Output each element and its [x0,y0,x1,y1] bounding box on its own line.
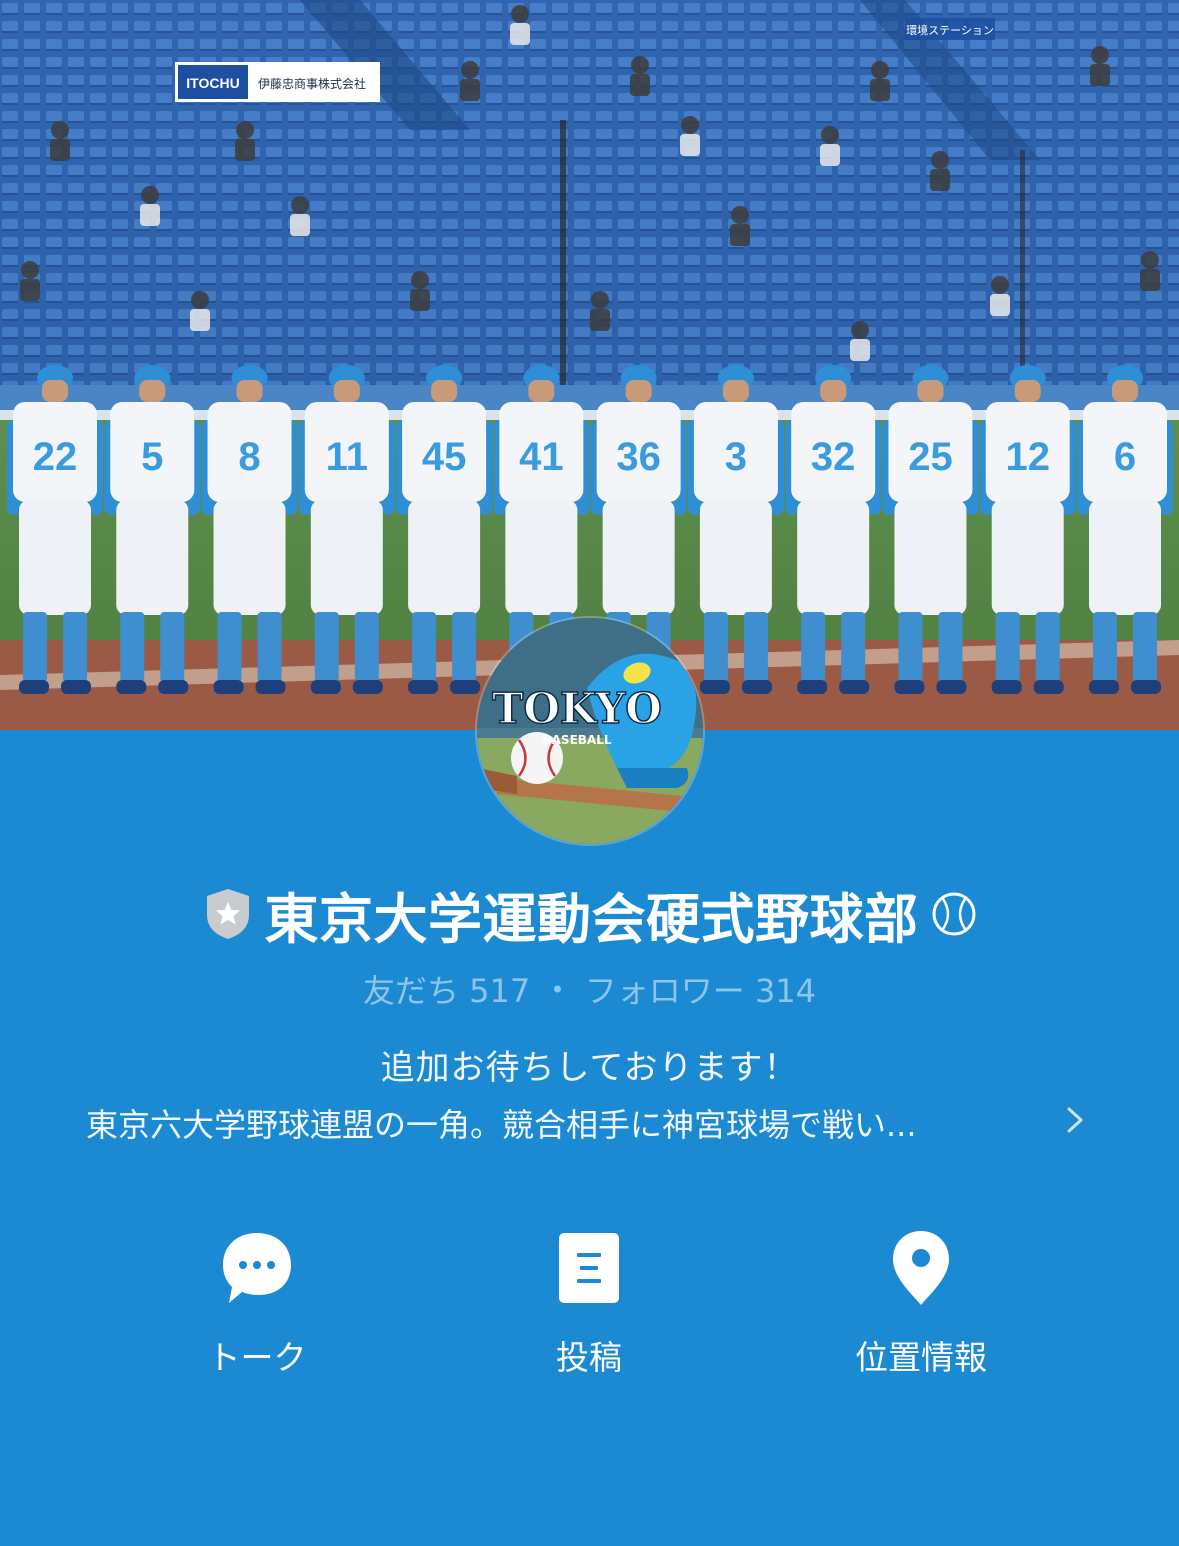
official-shield-star-icon [206,889,249,939]
chevron-right-icon[interactable] [1062,1102,1088,1138]
profile-avatar[interactable]: TOKYO BASEBALL [477,618,703,844]
chat-bubble-icon [223,1233,291,1303]
location-button-label: 位置情報 [855,1338,987,1377]
player-jersey-number: 25 [908,435,953,479]
player-jersey-number: 45 [422,435,467,479]
player-jersey-number: 3 [725,435,747,479]
baseball-emoji-icon [932,892,975,936]
avatar-logo-subtext: BASEBALL [543,733,612,747]
player-jersey-number: 32 [811,435,856,479]
friends-label: 友だち [362,972,459,1010]
account-name: 東京大学運動会硬式野球部 [264,887,919,951]
action-buttons: トーク 投稿 位置情報 [0,1225,1179,1385]
sign-environment-station: 環境ステーション [906,23,994,37]
post-document-icon [559,1233,619,1303]
sign-itochu-corp: 伊藤忠商事株式会社 [258,76,366,91]
follower-stats: 友だち 517 • フォロワー 314 [0,966,1179,1012]
description-text: 東京六大学野球連盟の一角。競合相手に神宮球場で戦い... [86,1106,917,1144]
player-jersey-number: 36 [616,435,661,479]
player-jersey-number: 12 [1005,435,1050,479]
player-jersey-number: 22 [33,435,78,479]
player-jersey-number: 5 [141,435,163,479]
player-jersey-number: 41 [519,435,564,479]
player-jersey-number: 11 [326,435,368,479]
talk-button-label: トーク [207,1338,307,1377]
description-row[interactable]: 東京六大学野球連盟の一角。競合相手に神宮球場で戦い... [0,1096,1179,1146]
player-jersey-number: 6 [1114,435,1136,479]
posts-button-label: 投稿 [556,1338,622,1377]
posts-button[interactable]: 投稿 [469,1225,709,1385]
avatar-logo-image: TOKYO BASEBALL [477,618,703,844]
status-message: 追加お待ちしております！ [380,1048,799,1088]
location-button[interactable]: 位置情報 [801,1225,1041,1385]
followers-count: 314 [754,972,817,1010]
friends-count: 517 [469,972,531,1010]
profile-page: ITOCHU 伊藤忠商事株式会社 環境ステーション 22 5 8 11 45 4… [0,0,1179,1546]
location-pin-icon [893,1231,949,1305]
avatar-logo-text: TOKYO [492,684,662,733]
talk-button[interactable]: トーク [137,1225,377,1385]
followers-label: フォロワー [584,972,745,1010]
sign-itochu: ITOCHU [186,75,239,91]
player-jersey-number: 8 [238,435,260,479]
account-name-row: 東京大学運動会硬式野球部 [0,872,1179,956]
stats-separator: • [550,976,565,1004]
